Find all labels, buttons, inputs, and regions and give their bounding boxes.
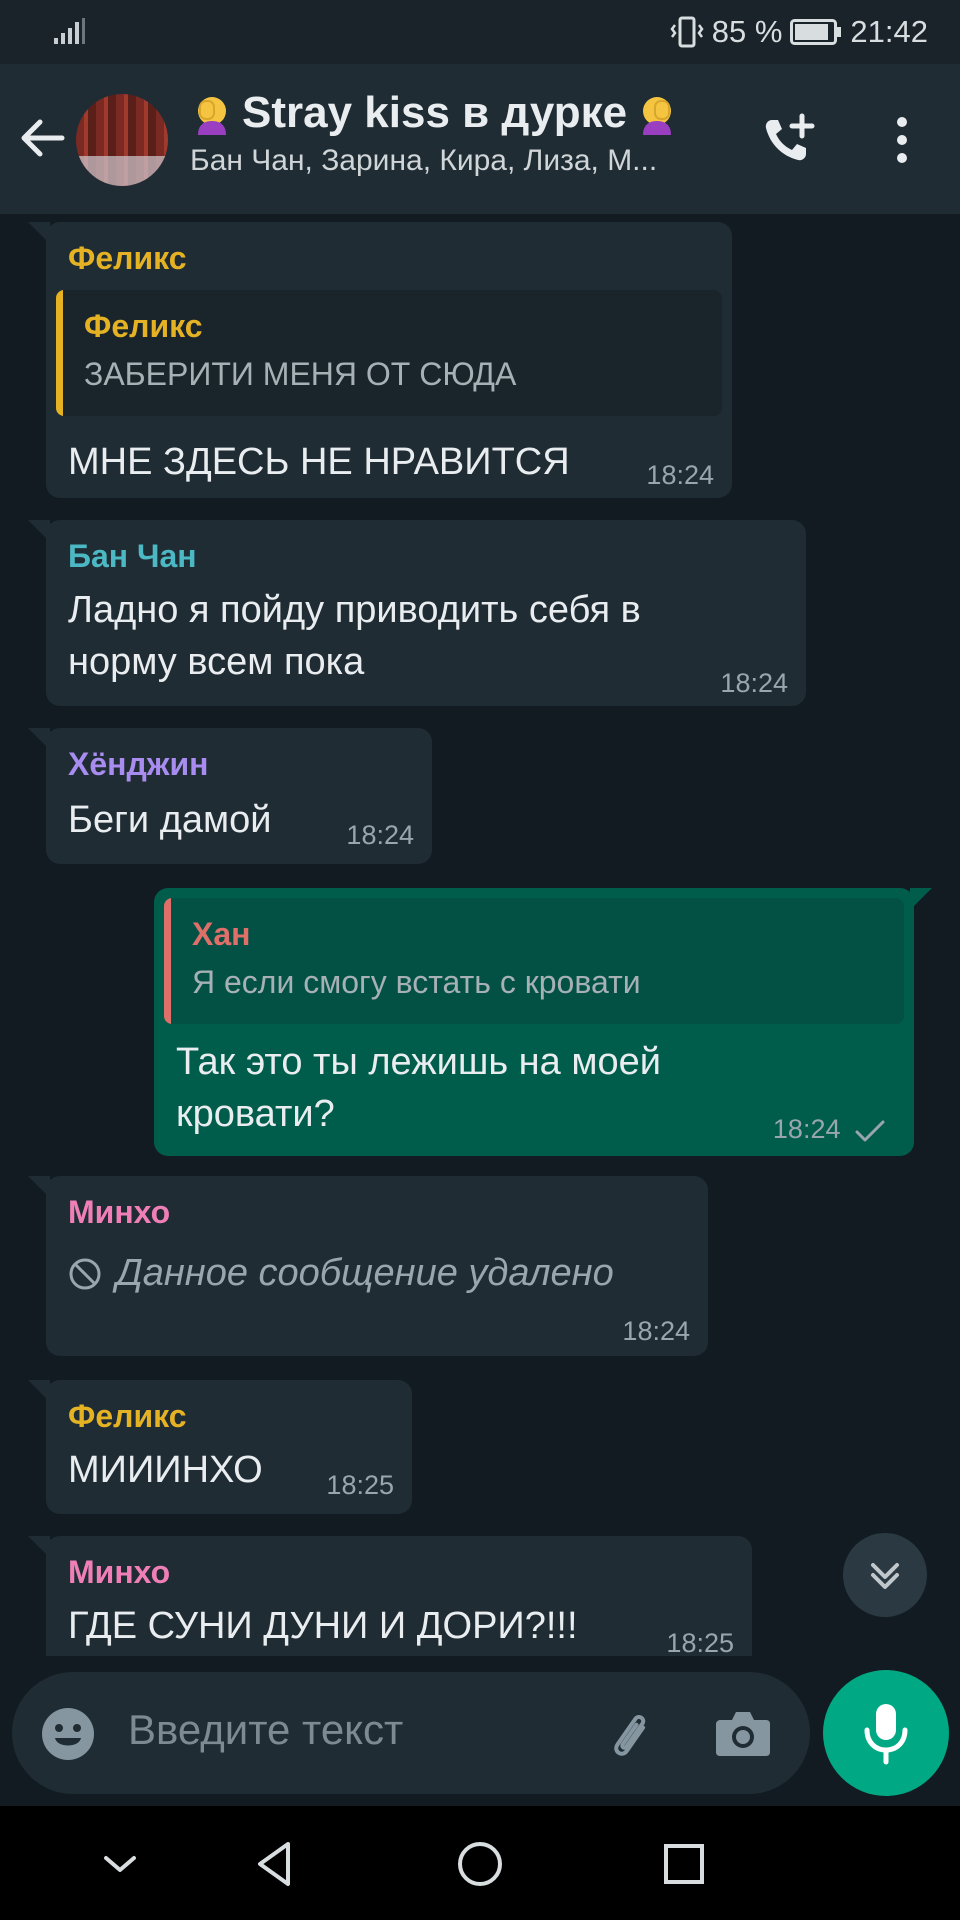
message-bubble[interactable]: Бан Чан Ладно я пойду приводить себя в н…: [28, 520, 806, 706]
quoted-message[interactable]: Феликс ЗАБЕРИТИ МЕНЯ ОТ СЮДА: [56, 290, 722, 416]
message-time: 18:25: [666, 1628, 734, 1656]
message-time: 18:25: [326, 1470, 394, 1500]
nav-recents-icon[interactable]: [656, 1836, 712, 1892]
deleted-message: Данное сообщение удалено: [68, 1252, 614, 1295]
double-check-icon: [855, 1120, 885, 1142]
chat-members: Бан Чан, Зарина, Кира, Лиза, М...: [190, 144, 658, 177]
message-text-line: Ладно я пойду приводить себя в: [68, 589, 641, 631]
back-arrow-icon[interactable]: [18, 114, 66, 162]
message-bubble[interactable]: Минхо ГДЕ СУНИ ДУНИ И ДОРИ?!!! 18:25: [28, 1536, 752, 1656]
message-bubble-outgoing[interactable]: Хан Я если смогу встать с кровати Так эт…: [154, 888, 932, 1156]
message-bubble[interactable]: Феликс Феликс ЗАБЕРИТИ МЕНЯ ОТ СЮДА МНЕ …: [28, 222, 732, 498]
message-sender: Бан Чан: [68, 538, 197, 574]
message-bubble[interactable]: Минхо Данное сообщение удалено 18:24: [28, 1176, 708, 1356]
message-time: 18:24: [772, 1114, 841, 1144]
message-time: 18:24: [646, 460, 714, 490]
battery-percent: 85 %: [711, 14, 783, 49]
message-text: Беги дамой: [68, 799, 272, 841]
message-time: 18:24: [622, 1316, 690, 1346]
message-text-line: норму всем пока: [68, 641, 365, 683]
quote-sender: Феликс: [84, 308, 203, 344]
nav-down-icon[interactable]: [92, 1836, 148, 1892]
message-sender: Минхо: [68, 1194, 171, 1230]
message-input[interactable]: Введите текст: [128, 1706, 403, 1754]
nav-home-icon[interactable]: [452, 1836, 508, 1892]
chat-header: Stray kiss в дурке Бан Чан, Зарина, Кира…: [0, 64, 960, 214]
message-text-line: кровати?: [176, 1093, 335, 1135]
message-text: ГДЕ СУНИ ДУНИ И ДОРИ?!!!: [68, 1605, 578, 1647]
add-call-icon[interactable]: [758, 110, 818, 170]
message-time: 18:24: [720, 668, 788, 698]
message-sender: Хёнджин: [68, 746, 209, 782]
face-palm-emoji-icon: [198, 97, 226, 135]
voice-record-button[interactable]: [823, 1670, 949, 1796]
paperclip-icon[interactable]: [600, 1704, 660, 1764]
chat-title-area[interactable]: Stray kiss в дурке Бан Чан, Зарина, Кира…: [190, 88, 730, 178]
status-bar: 85 % 21:42: [0, 0, 960, 64]
blocked-icon: [69, 1258, 101, 1289]
message-sender: Минхо: [68, 1554, 171, 1590]
more-vert-icon[interactable]: [880, 114, 924, 166]
vibrate-icon: [670, 16, 704, 48]
chat-title: Stray kiss в дурке: [190, 88, 730, 138]
quote-text: ЗАБЕРИТИ МЕНЯ ОТ СЮДА: [84, 356, 517, 392]
message-sender: Феликс: [68, 240, 187, 276]
nav-back-icon[interactable]: [248, 1836, 304, 1892]
face-palm-emoji-icon: [643, 97, 672, 135]
message-text: МНЕ ЗДЕСЬ НЕ НРАВИТСЯ: [68, 441, 570, 483]
message-time: 18:24: [346, 820, 414, 850]
emoji-icon[interactable]: [40, 1706, 96, 1762]
clock: 21:42: [850, 14, 928, 49]
signal-icon: [54, 18, 85, 44]
group-avatar[interactable]: [76, 94, 168, 186]
message-text: МИИИНХО: [68, 1449, 263, 1491]
message-status: 18:24: [773, 1114, 886, 1145]
camera-icon[interactable]: [714, 1706, 772, 1760]
message-bubble[interactable]: Феликс МИИИНХО 18:25: [28, 1380, 412, 1514]
message-list[interactable]: Феликс Феликс ЗАБЕРИТИ МЕНЯ ОТ СЮДА МНЕ …: [0, 214, 960, 1656]
chat-title-text: Stray kiss в дурке: [242, 88, 628, 137]
scroll-to-bottom-button[interactable]: [843, 1533, 927, 1617]
message-text-line: Так это ты лежишь на моей: [176, 1041, 661, 1083]
chevrons-down-icon: [871, 1563, 899, 1589]
quote-sender: Хан: [192, 916, 251, 952]
deleted-message-text: Данное сообщение удалено: [116, 1252, 614, 1294]
system-nav-bar: [0, 1806, 960, 1920]
quoted-message[interactable]: Хан Я если смогу встать с кровати: [164, 898, 904, 1024]
microphone-icon: [864, 1704, 908, 1765]
battery-icon: [790, 19, 842, 45]
message-sender: Феликс: [68, 1398, 187, 1434]
quote-text: Я если смогу встать с кровати: [192, 964, 641, 1000]
message-composer: Введите текст: [12, 1672, 810, 1794]
message-bubble[interactable]: Хёнджин Беги дамой 18:24: [28, 728, 432, 864]
